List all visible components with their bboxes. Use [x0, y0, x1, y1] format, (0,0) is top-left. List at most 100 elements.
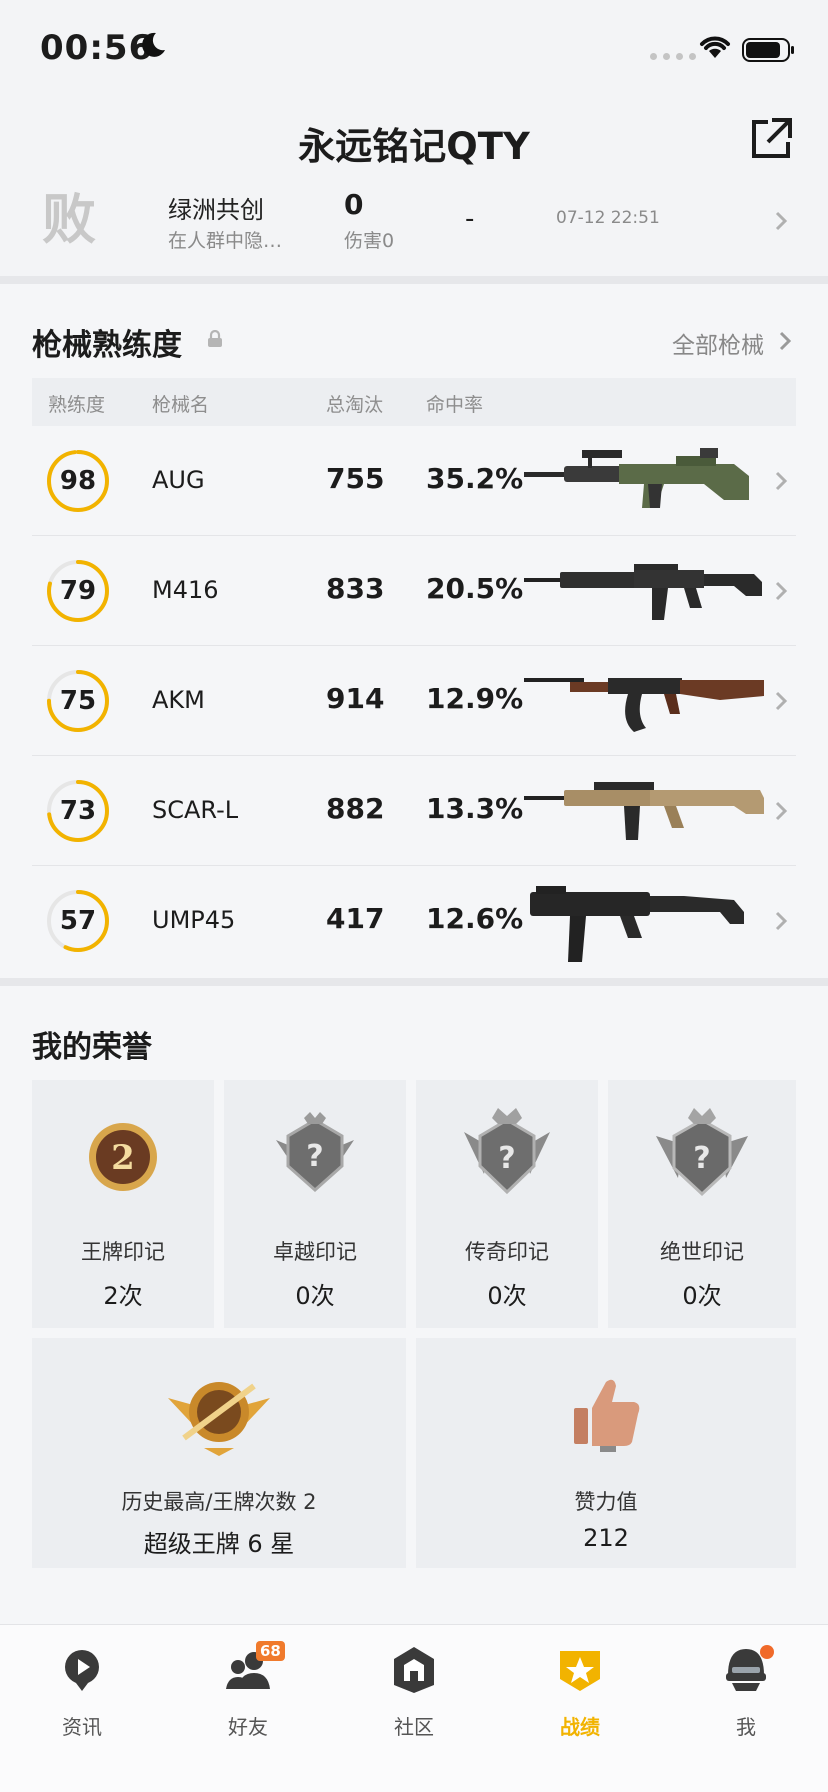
- thumbs-up-icon: [574, 1379, 640, 1452]
- weapon-row-akm[interactable]: 75 AKM 914 12.9%: [32, 646, 796, 756]
- match-rank: -: [465, 204, 475, 234]
- chevron-right-icon: [775, 691, 788, 711]
- honor-card-ace[interactable]: 2 王牌印记 2次: [32, 1080, 214, 1328]
- match-kills: 0: [344, 188, 364, 221]
- weapon-row-m416[interactable]: 79 M416 833 20.5%: [32, 536, 796, 646]
- peerless-mark-badge-icon: ?: [656, 1108, 748, 1197]
- status-bar: 00:56: [0, 0, 828, 96]
- page-title: 永远铭记QTY: [298, 125, 530, 168]
- mastery-ring: 79: [46, 559, 110, 623]
- bottom-tab-bar: 资讯 68 好友 社区 战绩 我: [0, 1624, 828, 1792]
- ace-mark-badge-icon: 2: [89, 1123, 157, 1191]
- match-mode: 在人群中隐…: [168, 230, 283, 252]
- match-result: 败: [42, 188, 96, 251]
- tab-news[interactable]: 资讯: [32, 1645, 132, 1745]
- weapon-row-ump45[interactable]: 57 UMP45 417 12.6%: [32, 866, 796, 976]
- friends-notification-badge: 68: [256, 1641, 285, 1661]
- weapon-accuracy: 12.9%: [426, 682, 524, 715]
- honor-card-peerless[interactable]: ? 绝世印记 0次: [608, 1080, 796, 1328]
- aug-rifle-image: [524, 448, 749, 508]
- tab-label: 我: [736, 1715, 756, 1739]
- akm-rifle-image: [524, 678, 764, 732]
- weapon-table-header: 熟练度 枪械名 总淘汰 命中率: [32, 378, 796, 426]
- honor-label: 绝世印记: [660, 1240, 744, 1264]
- honor-count: 0次: [295, 1282, 335, 1310]
- weapon-name: SCAR-L: [152, 796, 239, 824]
- likes-card[interactable]: 赞力值 212: [416, 1338, 796, 1568]
- chevron-right-icon: [775, 471, 788, 491]
- tab-friends[interactable]: 68 好友: [198, 1641, 298, 1745]
- weapon-kills: 882: [326, 792, 385, 825]
- honor-count: 2次: [103, 1282, 143, 1310]
- share-icon[interactable]: [748, 116, 794, 162]
- weapon-row-scar-l[interactable]: 73 SCAR-L 882 13.3%: [32, 756, 796, 866]
- scar-l-rifle-image: [524, 782, 764, 840]
- mastery-value: 75: [59, 686, 97, 716]
- weapon-accuracy: 13.3%: [426, 792, 524, 825]
- match-date: 07-12 22:51: [556, 208, 660, 228]
- chevron-right-icon: [775, 211, 788, 231]
- col-accuracy: 命中率: [426, 394, 484, 416]
- svg-text:?: ?: [498, 1141, 515, 1176]
- status-time: 00:56: [40, 28, 154, 68]
- mastery-value: 98: [59, 466, 97, 496]
- weapon-name: M416: [152, 576, 219, 604]
- highest-rank-label: 历史最高/王牌次数 2: [121, 1490, 317, 1514]
- mastery-value: 57: [59, 906, 97, 936]
- honor-count: 0次: [682, 1282, 722, 1310]
- record-icon: [560, 1651, 600, 1691]
- news-icon: [65, 1650, 99, 1691]
- mastery-ring: 75: [46, 669, 110, 733]
- chevron-right-icon: [779, 331, 792, 351]
- weapon-kills: 417: [326, 902, 385, 935]
- weapon-name: AKM: [152, 686, 205, 714]
- svg-text:?: ?: [306, 1139, 323, 1174]
- signal-icon: [650, 53, 696, 60]
- highest-rank-card[interactable]: 历史最高/王牌次数 2 超级王牌 6 星: [32, 1338, 406, 1568]
- excellence-mark-badge-icon: ?: [276, 1112, 354, 1193]
- svg-text:2: 2: [111, 1138, 135, 1178]
- honor-card-legend[interactable]: ? 传奇印记 0次: [416, 1080, 598, 1328]
- honor-count: 0次: [487, 1282, 527, 1310]
- likes-value: 212: [583, 1524, 629, 1552]
- match-map: 绿洲共创: [168, 196, 264, 224]
- honor-card-excellence[interactable]: ? 卓越印记 0次: [224, 1080, 406, 1328]
- weapon-accuracy: 20.5%: [426, 572, 524, 605]
- tab-record[interactable]: 战绩: [530, 1645, 630, 1745]
- honor-label: 卓越印记: [273, 1240, 357, 1264]
- highest-rank-value: 超级王牌 6 星: [143, 1530, 295, 1558]
- mastery-value: 79: [59, 576, 97, 606]
- weapon-row-aug[interactable]: 98 AUG 755 35.2%: [32, 426, 796, 536]
- moon-icon: [142, 32, 165, 57]
- match-damage: 伤害0: [344, 230, 395, 252]
- lock-icon: [208, 330, 222, 347]
- tab-profile[interactable]: 我: [696, 1645, 796, 1745]
- section-divider: [0, 978, 828, 986]
- recent-match-row[interactable]: 败 绿洲共创 在人群中隐… 0 伤害0 - 07-12 22:51: [0, 180, 828, 276]
- weapon-accuracy: 12.6%: [426, 902, 524, 935]
- col-total-kills: 总淘汰: [326, 394, 384, 416]
- chevron-right-icon: [775, 801, 788, 821]
- mastery-ring: 98: [46, 449, 110, 513]
- chevron-right-icon: [775, 581, 788, 601]
- all-weapons-label: 全部枪械: [672, 333, 764, 359]
- tab-community[interactable]: 社区: [364, 1645, 464, 1745]
- weapon-name: UMP45: [152, 906, 236, 934]
- honor-label: 王牌印记: [81, 1240, 165, 1264]
- section-divider: [0, 276, 828, 284]
- wifi-icon: [700, 36, 730, 58]
- tab-label: 好友: [228, 1715, 268, 1739]
- weapon-kills: 755: [326, 462, 385, 495]
- tab-label: 资讯: [62, 1715, 102, 1739]
- mastery-value: 73: [59, 796, 97, 826]
- legend-mark-badge-icon: ?: [464, 1108, 550, 1195]
- chevron-right-icon: [775, 911, 788, 931]
- battery-icon: [742, 38, 794, 62]
- mastery-ring: 73: [46, 779, 110, 843]
- m416-rifle-image: [524, 564, 762, 620]
- honors-section-title: 我的荣誉: [32, 1030, 152, 1065]
- likes-label: 赞力值: [574, 1490, 638, 1514]
- profile-notification-dot: [760, 1645, 774, 1659]
- weapon-name: AUG: [152, 466, 205, 494]
- tab-label: 社区: [394, 1715, 434, 1739]
